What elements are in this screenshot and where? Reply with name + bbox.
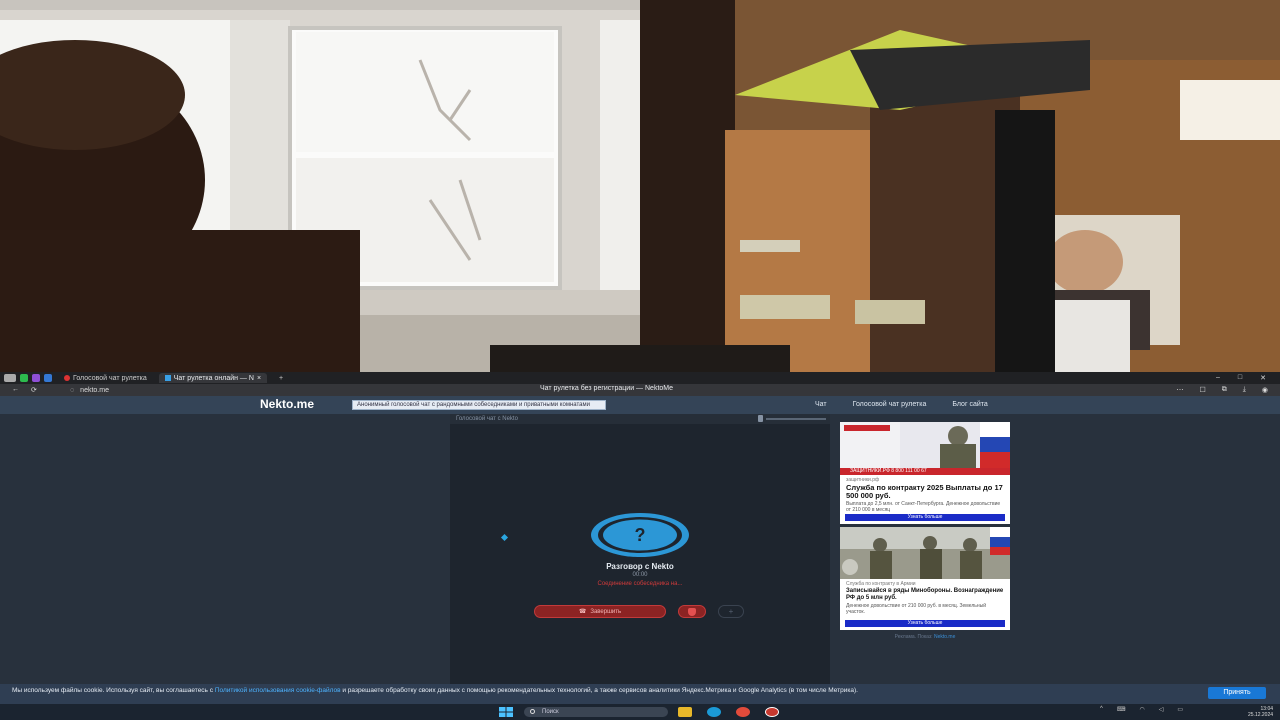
voice-chat-panel: Голосовой чат с Nekto ? Разговор с Nekto… (450, 414, 830, 684)
ad-block-contract-2[interactable]: Служба по контракту в Армии Записывайся … (840, 527, 1010, 630)
search-placeholder: Поиск (542, 709, 559, 715)
ad-title: Записывайся в ряды Минобороны. Вознаграж… (846, 588, 1004, 601)
promo-banner[interactable]: Анонимный голосовой чат с рандомными соб… (352, 400, 606, 410)
nav-voice-chat[interactable]: Голосовой чат рулетка (853, 401, 927, 408)
ad-image-soldiers (840, 527, 1010, 579)
reload-icon[interactable]: ⟳ (31, 386, 37, 394)
cookie-notice: Мы используем файлы cookie. Используя са… (0, 684, 1280, 704)
url-field[interactable]: nekto.me (80, 387, 160, 394)
report-button[interactable] (678, 605, 706, 618)
site-nav: Чат Голосовой чат рулетка Блог сайта (815, 401, 988, 408)
call-title: Разговор с Nekto (606, 562, 674, 571)
ad-cta-button[interactable]: Узнать больше (845, 620, 1005, 627)
ad-image-soldier (840, 422, 1010, 468)
battery-icon[interactable]: ▭ (1177, 706, 1183, 713)
ad-footer-link[interactable]: Nekto.me (934, 634, 955, 640)
call-timer: 00:00 (632, 572, 648, 578)
ad-title: Служба по контракту 2025 Выплаты до 17 5… (846, 483, 1003, 500)
tab-label: Голосовой чат рулетка (73, 374, 147, 382)
volume-slider[interactable] (758, 415, 826, 422)
close-icon[interactable]: × (257, 375, 261, 382)
browser-address-bar: ← ⟳ ◌ nekto.me Чат рулетка без регистрац… (0, 384, 1280, 396)
site-header: Nekto.me Анонимный голосовой чат с рандо… (0, 396, 1280, 414)
ad-footer-prefix: Реклама. Показ: (894, 634, 933, 640)
svg-text:?: ? (635, 525, 646, 545)
taskbar-search[interactable]: Поиск (524, 707, 668, 717)
language-icon[interactable]: ⌨ (1117, 706, 1126, 713)
os-taskbar: Поиск ^ ⌨ ◠ ◁ ▭ 13:04 25.12.2024 (0, 704, 1280, 720)
maximize-icon[interactable]: □ (1238, 374, 1242, 382)
cookie-policy-link[interactable]: Политикой использования cookie-файлов (215, 687, 341, 694)
new-tab-button[interactable]: + (273, 373, 289, 383)
tab-chat-roulette[interactable]: Чат рулетка онлайн — N × (158, 373, 268, 383)
tab-favicon-icon (64, 375, 70, 381)
chevron-up-icon[interactable]: ^ (1100, 706, 1103, 713)
search-icon (530, 709, 535, 714)
wifi-icon[interactable]: ◠ (1140, 706, 1145, 713)
tab-label: Чат рулетка онлайн — N (173, 374, 254, 382)
ad-source: защитники.рф (846, 477, 880, 483)
edge-browser-icon[interactable] (707, 707, 721, 717)
nav-chat[interactable]: Чат (815, 401, 827, 408)
close-icon[interactable]: ✕ (1260, 374, 1266, 382)
cookie-text-before: Мы используем файлы cookie. Используя са… (12, 687, 215, 694)
minimize-icon[interactable]: – (1216, 374, 1220, 382)
plus-icon: + (728, 607, 734, 616)
ad-footer: Реклама. Показ: Nekto.me (840, 634, 1010, 640)
browser-tab-bar: Голосовой чат рулетка Чат рулетка онлайн… (0, 372, 1280, 384)
nav-blog[interactable]: Блог сайта (952, 401, 987, 408)
question-avatar-icon: ? (591, 513, 689, 557)
clock-date: 25.12.2024 (1248, 712, 1274, 718)
ad-description: Выплата до 2,5 млн. от Санкт-Петербурга.… (846, 501, 1001, 513)
back-icon[interactable]: ← (12, 386, 19, 394)
page-title: Чат рулетка без регистрации — NektoMe (540, 385, 674, 392)
system-tray: ^ ⌨ ◠ ◁ ▭ (1100, 706, 1183, 713)
tab-favicon-icon (164, 375, 171, 381)
browser-menu-icon[interactable] (4, 374, 16, 382)
ad-source: Служба по контракту в Армии (846, 581, 916, 587)
mouse-cursor (500, 533, 509, 542)
bookmark-icon[interactable]: ☐ (1200, 386, 1206, 394)
ad-block-contract-1[interactable]: ЗАЩИТНИКИ.РФ 8 800 111 00 67 защитники.р… (840, 422, 1010, 524)
hangup-icon: ☎ (578, 609, 587, 615)
tab-voice-chat[interactable]: Голосовой чат рулетка (58, 373, 153, 383)
end-call-label: Завершить (590, 608, 622, 615)
cookie-text-after: и разрешаете обработку своих данных с по… (340, 687, 858, 694)
site-logo[interactable]: Nekto.me (260, 397, 314, 411)
file-explorer-icon[interactable] (678, 707, 692, 717)
volume-icon[interactable]: ◁ (1159, 706, 1164, 713)
extensions-icon[interactable]: ⧉ (1222, 386, 1227, 394)
end-call-button[interactable]: ☎ Завершить (534, 605, 666, 618)
ad-cta-button[interactable]: Узнать больше (845, 514, 1005, 521)
plus-icon: + (279, 374, 284, 382)
webcam-video-feed (0, 0, 1280, 372)
downloads-icon[interactable]: ⤓ (1243, 386, 1246, 394)
accept-cookies-button[interactable]: Принять (1208, 687, 1266, 699)
shield-icon (688, 607, 696, 616)
app-icon-purple[interactable] (32, 374, 40, 382)
add-friend-button[interactable]: + (718, 605, 744, 618)
app-icon-green[interactable] (20, 374, 28, 382)
site-info-icon[interactable]: ◌ (70, 387, 74, 394)
profile-icon[interactable]: ◉ (1262, 386, 1268, 394)
ad-phone-strip: ЗАЩИТНИКИ.РФ 8 800 111 00 67 (840, 468, 1010, 475)
windows-start-icon[interactable] (498, 707, 514, 717)
ad-description: Денежное довольствие от 210 000 руб. в м… (846, 603, 986, 615)
more-icon[interactable]: ⋯ (1177, 386, 1184, 394)
taskbar-clock[interactable]: 13:04 25.12.2024 (1248, 706, 1273, 718)
browser-active-icon[interactable] (765, 707, 779, 717)
app-icon-blue[interactable] (44, 374, 52, 382)
connection-warning: Соединение собеседника на... (597, 581, 683, 587)
yandex-browser-icon[interactable] (736, 707, 750, 717)
